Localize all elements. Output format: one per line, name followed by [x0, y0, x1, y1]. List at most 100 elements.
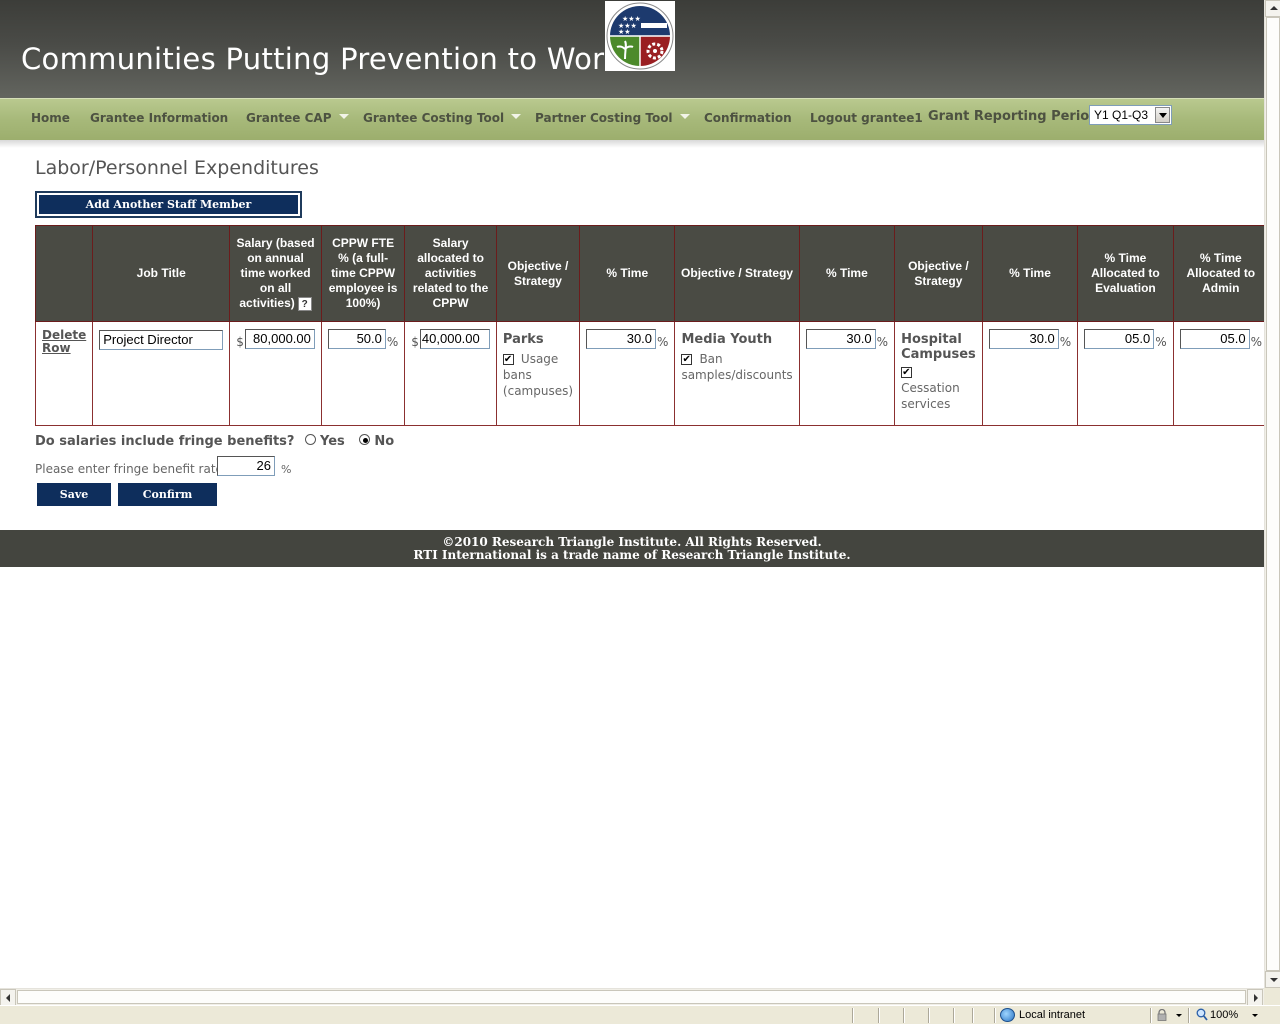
cell-objective-1: Parks Usage bans (campuses) — [495, 321, 581, 426]
status-divider — [994, 1008, 995, 1023]
nav-grantee-costing-tool[interactable]: Grantee Costing Tool — [363, 111, 522, 125]
staff-table: Job Title Salary (based on annual time w… — [34, 225, 1264, 426]
fringe-no-radio[interactable] — [359, 434, 371, 445]
site-header: Communities Putting Prevention to Work ★… — [0, 0, 1264, 98]
arrow-right-icon — [1254, 994, 1258, 1002]
add-staff-frame: Add Another Staff Member — [35, 191, 302, 218]
nav-home[interactable]: Home — [31, 111, 70, 125]
fringe-no-label: No — [374, 434, 395, 449]
percent-sign: % — [657, 335, 669, 349]
strategy-checkbox[interactable] — [502, 352, 514, 368]
lock-icon[interactable] — [1157, 1008, 1167, 1021]
strategy-label: Ban samples/discounts — [681, 352, 793, 382]
time-input-1[interactable]: 30.0 — [586, 329, 657, 349]
nav-grantee-cap[interactable]: Grantee CAP — [246, 111, 349, 125]
column-header-evaluation: % Time Allocated to Evaluation — [1077, 225, 1174, 322]
fte-input[interactable]: 50.0 — [327, 329, 386, 349]
chevron-down-icon[interactable] — [1176, 1014, 1182, 1017]
delete-row-link[interactable]: Delete Row — [42, 329, 86, 355]
help-icon[interactable]: ? — [297, 297, 312, 311]
nav-home-label: Home — [31, 111, 70, 125]
add-staff-member-button[interactable]: Add Another Staff Member — [39, 195, 298, 214]
fringe-yes-label: Yes — [320, 434, 345, 449]
scroll-left-button[interactable] — [0, 989, 16, 1006]
nav-grantee-information-label: Grantee Information — [90, 111, 229, 125]
table-row: Delete Row Project Director $ 80,000.00 … — [34, 321, 1264, 426]
column-header-time-2: % Time — [798, 225, 896, 322]
zoom-level[interactable]: 100% — [1210, 1009, 1238, 1021]
status-divider — [953, 1008, 954, 1023]
column-header-admin: % Time Allocated to Admin — [1172, 225, 1264, 322]
horizontal-scrollbar[interactable] — [0, 988, 1264, 1006]
job-title-input[interactable]: Project Director — [99, 330, 224, 350]
cell-evaluation: 05.0 % — [1077, 321, 1174, 426]
allocated-salary-input[interactable]: 40,000.00 — [419, 329, 490, 349]
dropdown-arrow-icon — [511, 114, 522, 119]
dropdown-arrow-icon — [338, 114, 349, 119]
arrow-left-icon — [6, 994, 10, 1002]
percent-sign: % — [281, 463, 292, 476]
strategy-checkbox[interactable] — [901, 365, 913, 381]
scroll-up-button[interactable] — [1265, 0, 1280, 17]
browser-status-bar: Local intranet 100% — [0, 1005, 1280, 1024]
svg-text:★★: ★★ — [618, 28, 631, 36]
vertical-scroll-thumb[interactable] — [1266, 17, 1280, 971]
grant-period-label: Grant Reporting Period: — [928, 109, 1104, 124]
fringe-question: Do salaries include fringe benefits? Yes… — [35, 434, 394, 449]
column-header-actions — [34, 225, 94, 322]
nav-grantee-costing-tool-label: Grantee Costing Tool — [363, 111, 505, 125]
column-header-fte: CPPW FTE % (a full-time CPPW employee is… — [320, 225, 406, 322]
globe-icon — [1000, 1008, 1015, 1022]
zoom-icon[interactable] — [1196, 1008, 1208, 1021]
grant-period-select[interactable]: Y1 Q1-Q3 — [1089, 105, 1172, 125]
cell-time-3: 30.0 % — [981, 321, 1079, 426]
cell-fte: 50.0 % — [320, 321, 406, 426]
horizontal-scroll-thumb[interactable] — [17, 990, 1246, 1004]
page-title: Labor/Personnel Expenditures — [35, 157, 319, 179]
nav-confirmation-label: Confirmation — [704, 111, 792, 125]
nav-logout[interactable]: Logout grantee1 — [810, 111, 923, 125]
browser-viewport: Communities Putting Prevention to Work ★… — [0, 0, 1264, 988]
main-nav: Home Grantee Information Grantee CAP Gra… — [0, 98, 1264, 140]
nav-shadow — [0, 140, 1264, 148]
percent-sign: % — [386, 335, 399, 349]
percent-sign: % — [1250, 335, 1263, 349]
evaluation-input[interactable]: 05.0 — [1084, 329, 1155, 349]
status-divider — [903, 1008, 904, 1023]
confirm-button[interactable]: Confirm — [118, 483, 217, 506]
cell-objective-2: Media Youth Ban samples/discounts — [674, 321, 800, 426]
strategy-checkbox[interactable] — [681, 352, 693, 368]
fringe-rate-label: Please enter fringe benefit rate — [35, 462, 223, 476]
cell-admin: 05.0 % — [1172, 321, 1264, 426]
cell-allocated-salary: $ 40,000.00 — [404, 321, 497, 426]
column-header-objective-3: Objective / Strategy — [894, 225, 983, 322]
status-divider — [928, 1008, 929, 1023]
cell-job-title: Project Director — [92, 321, 231, 426]
salary-input[interactable]: 80,000.00 — [244, 329, 315, 349]
grant-period-value: Y1 Q1-Q3 — [1094, 108, 1149, 122]
save-button[interactable]: Save — [37, 483, 111, 506]
admin-input[interactable]: 05.0 — [1179, 329, 1250, 349]
vertical-scrollbar[interactable] — [1264, 0, 1280, 988]
column-header-allocated-salary: Salary allocated to activities related t… — [404, 225, 497, 322]
chevron-down-icon[interactable] — [1252, 1014, 1258, 1017]
objective-title: Media Youth — [681, 332, 773, 347]
nav-partner-costing-tool[interactable]: Partner Costing Tool — [535, 111, 690, 125]
site-footer: ©2010 Research Triangle Institute. All R… — [0, 530, 1264, 567]
status-divider — [852, 1008, 853, 1023]
chevron-down-icon[interactable] — [1155, 107, 1170, 123]
time-input-2[interactable]: 30.0 — [805, 329, 876, 349]
column-header-objective-2: Objective / Strategy — [674, 225, 800, 322]
nav-confirmation[interactable]: Confirmation — [704, 111, 792, 125]
fringe-rate-input[interactable]: 26 — [217, 456, 275, 476]
scroll-right-button[interactable] — [1247, 989, 1263, 1006]
time-input-3[interactable]: 30.0 — [988, 329, 1059, 349]
cell-objective-3: Hospital Campuses Cessation services — [894, 321, 983, 426]
status-divider — [1150, 1008, 1151, 1023]
nav-grantee-information[interactable]: Grantee Information — [90, 111, 228, 125]
fringe-question-label: Do salaries include fringe benefits? — [35, 434, 295, 449]
fringe-yes-radio[interactable] — [305, 434, 316, 445]
scroll-down-button[interactable] — [1265, 971, 1280, 988]
strategy-item: Cessation services — [901, 364, 976, 412]
footer-trade-name: RTI International is a trade name of Res… — [413, 548, 851, 562]
